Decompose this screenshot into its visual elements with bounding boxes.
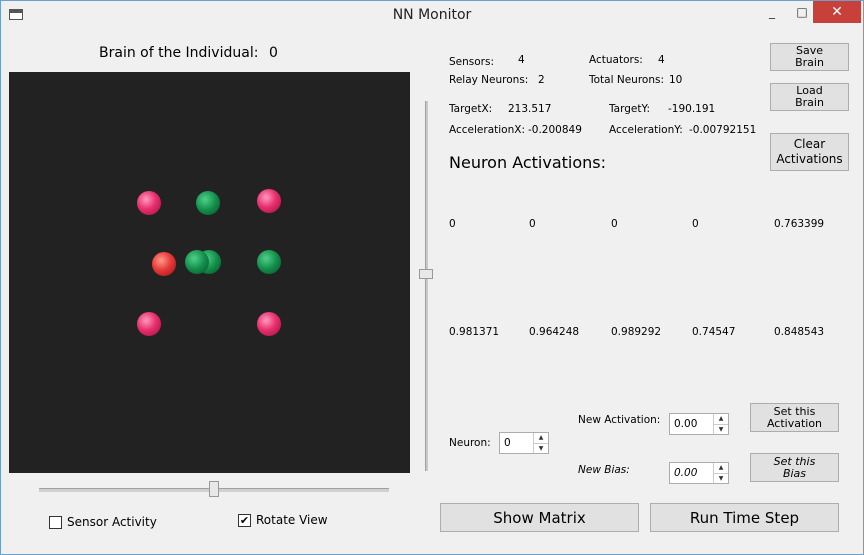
vertical-slider-track[interactable] <box>425 101 428 471</box>
spin-down-icon[interactable]: ▼ <box>534 444 548 454</box>
activation-value: 0 <box>611 218 618 230</box>
neuron-label: Neuron: <box>449 437 491 449</box>
total-neurons-value: 10 <box>669 74 683 86</box>
relay-neurons-value: 2 <box>538 74 545 86</box>
spin-down-icon[interactable]: ▼ <box>714 474 728 484</box>
new-activation-spinbox-arrows[interactable]: ▲ ▼ <box>713 414 728 434</box>
accelerationx-value: -0.200849 <box>528 124 582 136</box>
neuron-sphere <box>196 191 220 215</box>
neuron-sphere <box>257 312 281 336</box>
load-brain-button[interactable]: Load Brain <box>770 83 849 111</box>
targetx-value: 213.517 <box>508 103 552 115</box>
neuron-sphere <box>185 250 209 274</box>
new-activation-spinbox[interactable]: 0.00 ▲ ▼ <box>669 413 729 435</box>
brain-label: Brain of the Individual: <box>99 45 259 61</box>
neuron-spinbox-arrows[interactable]: ▲ ▼ <box>533 433 548 453</box>
neuron-spinbox[interactable]: 0 ▲ ▼ <box>499 432 549 454</box>
new-bias-label: New Bias: <box>578 464 630 476</box>
sensors-value: 4 <box>518 54 525 66</box>
new-activation-label: New Activation: <box>578 414 661 426</box>
brain-index-value: 0 <box>269 45 278 61</box>
spin-up-icon[interactable]: ▲ <box>714 414 728 425</box>
relay-neurons-label: Relay Neurons: <box>449 74 529 86</box>
run-time-step-button[interactable]: Run Time Step <box>650 503 839 532</box>
show-matrix-button[interactable]: Show Matrix <box>440 503 639 532</box>
activation-value: 0 <box>692 218 699 230</box>
activation-value: 0 <box>529 218 536 230</box>
activation-value: 0.848543 <box>774 326 825 338</box>
targety-value: -190.191 <box>668 103 716 115</box>
close-button[interactable]: ✕ <box>813 1 861 23</box>
new-bias-spinbox[interactable]: 0.00 ▲ ▼ <box>669 462 729 484</box>
rotate-view-checkbox[interactable]: ✔ <box>238 514 251 527</box>
accelerationy-value: -0.00792151 <box>689 124 757 136</box>
activation-value: 0.964248 <box>529 326 580 338</box>
spin-up-icon[interactable]: ▲ <box>534 433 548 444</box>
activation-value: 0.74547 <box>692 326 736 338</box>
spin-up-icon[interactable]: ▲ <box>714 463 728 474</box>
neuron-sphere <box>137 312 161 336</box>
targety-label: TargetY: <box>609 103 651 115</box>
neuron-spinbox-value: 0 <box>504 437 511 449</box>
set-bias-button[interactable]: Set this Bias <box>750 453 839 482</box>
window-title: NN Monitor <box>392 7 472 23</box>
total-neurons-label: Total Neurons: <box>589 74 665 86</box>
actuators-value: 4 <box>658 54 665 66</box>
activation-value: 0.763399 <box>774 218 825 230</box>
brain-3d-view[interactable] <box>9 72 410 473</box>
sensor-activity-checkbox[interactable] <box>49 516 62 529</box>
save-brain-button[interactable]: Save Brain <box>770 43 849 71</box>
neuron-sphere <box>257 189 281 213</box>
activation-value: 0.981371 <box>449 326 500 338</box>
spin-down-icon[interactable]: ▼ <box>714 425 728 435</box>
sensors-label: Sensors: <box>449 56 494 68</box>
horizontal-slider-handle[interactable] <box>209 481 219 497</box>
title-bar[interactable]: NN Monitor _ □ ✕ <box>1 1 863 31</box>
activation-value: 0 <box>449 218 456 230</box>
accelerationx-label: AccelerationX: <box>449 124 525 136</box>
new-bias-spinbox-value: 0.00 <box>674 467 698 479</box>
new-activation-spinbox-value: 0.00 <box>674 418 698 430</box>
neuron-activations-heading: Neuron Activations: <box>449 153 607 172</box>
neuron-sphere <box>257 250 281 274</box>
neuron-sphere <box>137 191 161 215</box>
vertical-slider-handle[interactable] <box>419 269 433 279</box>
actuators-label: Actuators: <box>589 54 643 66</box>
rotate-view-label: Rotate View <box>256 513 328 527</box>
targetx-label: TargetX: <box>449 103 493 115</box>
accelerationy-label: AccelerationY: <box>609 124 683 136</box>
sensor-activity-label: Sensor Activity <box>67 515 157 529</box>
clear-activations-button[interactable]: Clear Activations <box>770 133 849 171</box>
activation-value: 0.989292 <box>611 326 662 338</box>
nn-monitor-window: NN Monitor _ □ ✕ Brain of the Individual… <box>0 0 864 555</box>
minimize-button[interactable]: _ <box>757 1 787 23</box>
set-activation-button[interactable]: Set this Activation <box>750 403 839 432</box>
neuron-sphere <box>152 252 176 276</box>
new-bias-spinbox-arrows[interactable]: ▲ ▼ <box>713 463 728 483</box>
